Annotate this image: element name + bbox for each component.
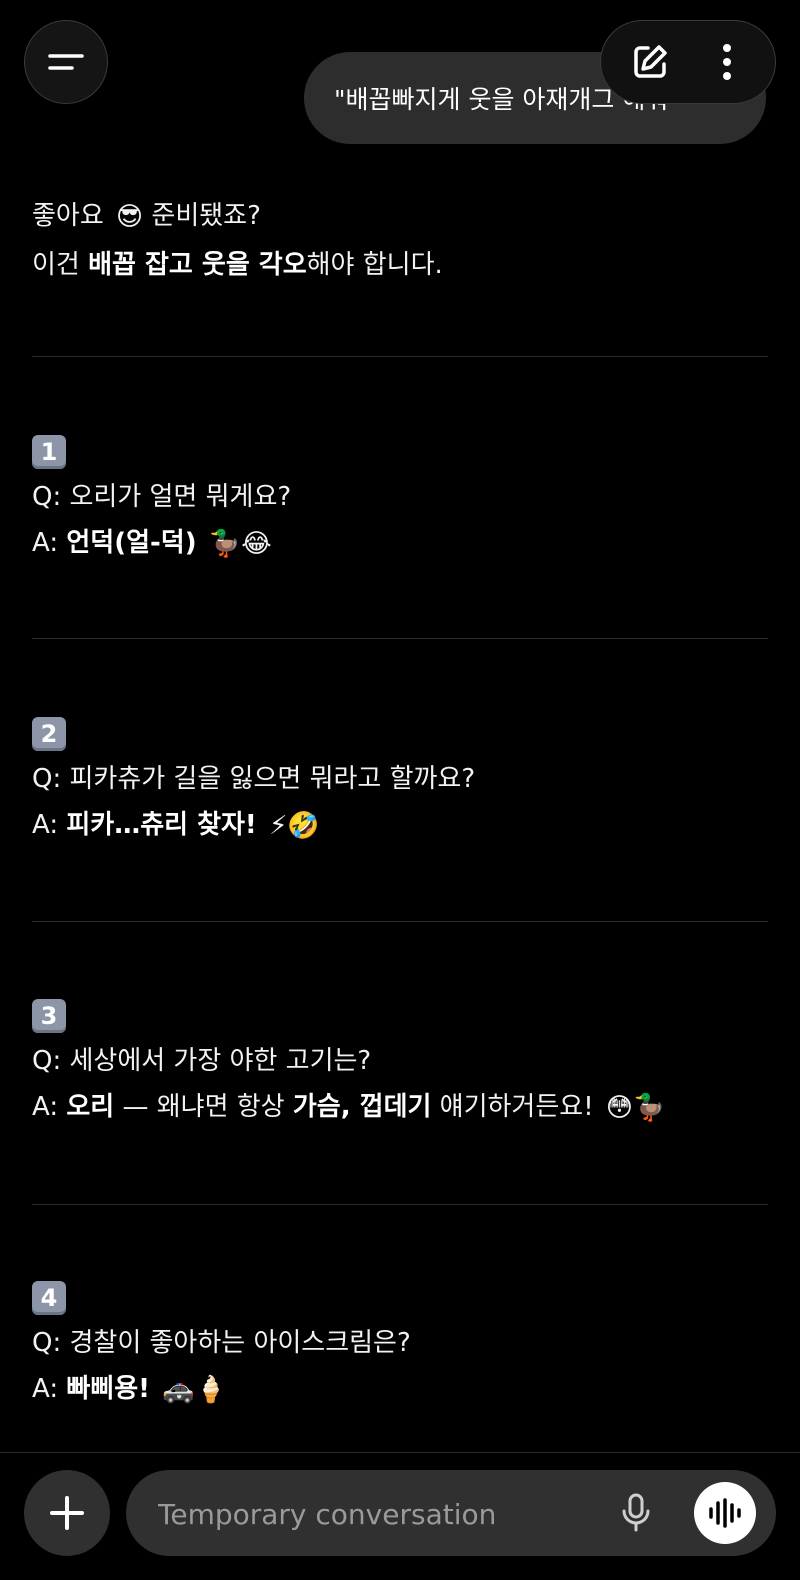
- composer: [126, 1470, 776, 1558]
- top-actions: [600, 20, 776, 104]
- joke-item-3: 3 Q: 세상에서 가장 야한 고기는? A: 오리 — 왜냐면 항상 가슴, …: [32, 992, 665, 1131]
- duck-laugh-emoji-icon: 🦆😂: [208, 528, 272, 559]
- joke-question: Q: 경찰이 좋아하는 아이스크림은?: [32, 1328, 411, 1358]
- more-vertical-icon: [722, 44, 731, 80]
- joke-item-2: 2 Q: 피카츄가 길을 잃으면 뭐라고 할까요? A: 피카…츄리 찾자! ⚡…: [32, 710, 475, 849]
- menu-button[interactable]: [24, 20, 108, 104]
- lightning-rofl-emoji-icon: ⚡🤣: [269, 810, 320, 841]
- composer-separator: [0, 1452, 800, 1453]
- voice-mode-button[interactable]: [694, 1482, 756, 1544]
- keycap-number-3: 3: [32, 998, 66, 1033]
- joke-question: Q: 오리가 얼면 뭐게요?: [32, 482, 292, 512]
- new-chat-button[interactable]: [618, 30, 682, 94]
- joke-item-1: 1 Q: 오리가 얼면 뭐게요? A: 언덕(얼-덕) 🦆😂: [32, 428, 291, 567]
- joke-answer: A: 언덕(얼-덕) 🦆😂: [32, 520, 291, 567]
- mic-button[interactable]: [610, 1487, 662, 1539]
- divider: [32, 1204, 768, 1205]
- chat-screen: "배꼽빠지게 웃을 아재개그 해줘" 좋아요 😎 준비됐죠? 이건 배꼽 잡고 …: [0, 0, 800, 1580]
- keycap-number-4: 4: [32, 1280, 66, 1315]
- add-attachment-button[interactable]: [24, 1470, 110, 1556]
- mic-icon: [622, 1493, 650, 1532]
- joke-answer: A: 피카…츄리 찾자! ⚡🤣: [32, 802, 475, 849]
- assistant-intro: 좋아요 😎 준비됐죠? 이건 배꼽 잡고 웃을 각오해야 합니다.: [32, 192, 443, 289]
- police-icecream-emoji-icon: 🚓🍦: [162, 1374, 227, 1405]
- flushed-duck-emoji-icon: 😳🦆: [605, 1092, 666, 1123]
- joke-answer: A: 오리 — 왜냐면 항상 가슴, 껍데기 얘기하거든요! 😳🦆: [32, 1084, 665, 1131]
- menu-icon: [48, 54, 84, 70]
- more-options-button[interactable]: [695, 30, 759, 94]
- joke-question: Q: 피카츄가 길을 잃으면 뭐라고 할까요?: [32, 764, 476, 794]
- edit-icon: [633, 45, 667, 78]
- joke-answer: A: 빠삐용! 🚓🍦: [32, 1366, 411, 1413]
- divider: [32, 356, 768, 357]
- intro-line-1: 좋아요 😎 준비됐죠?: [32, 192, 443, 241]
- joke-question: Q: 세상에서 가장 야한 고기는?: [32, 1046, 372, 1076]
- intro-line-2: 이건 배꼽 잡고 웃을 각오해야 합니다.: [32, 249, 443, 280]
- message-input[interactable]: [156, 1470, 600, 1558]
- divider: [32, 638, 768, 639]
- voice-waveform-icon: [709, 1498, 741, 1528]
- joke-item-4: 4 Q: 경찰이 좋아하는 아이스크림은? A: 빠삐용! 🚓🍦: [32, 1274, 411, 1413]
- sunglasses-emoji-icon: 😎: [116, 201, 144, 232]
- plus-icon: [50, 1496, 84, 1530]
- keycap-number-1: 1: [32, 434, 66, 469]
- keycap-number-2: 2: [32, 716, 66, 751]
- divider: [32, 921, 768, 922]
